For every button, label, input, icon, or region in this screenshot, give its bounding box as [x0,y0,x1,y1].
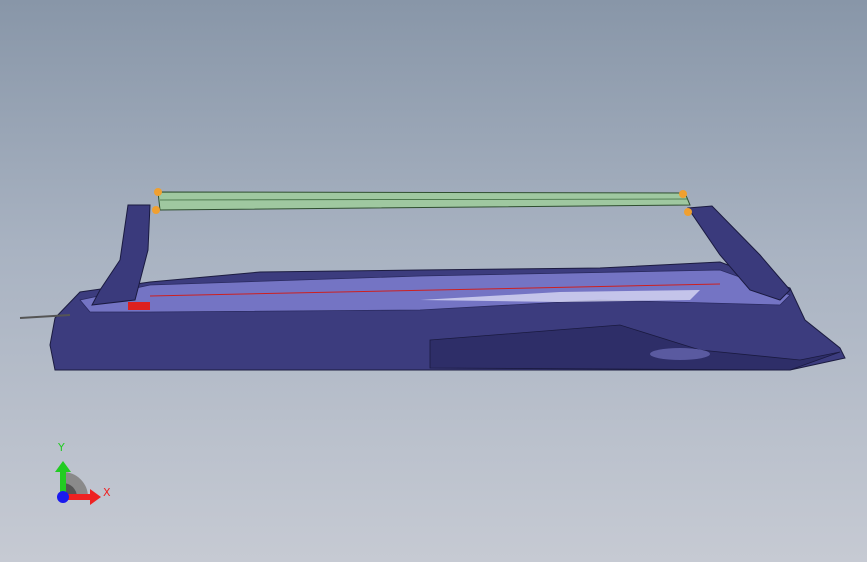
y-axis-label: Y [58,441,65,454]
x-axis-arrowhead [90,489,101,505]
side-panel-model[interactable] [19,188,846,371]
coordinate-triad [55,461,101,505]
y-axis-arrowhead [55,461,71,472]
handle-recess [650,348,710,360]
clip-left-top [154,188,162,196]
z-axis-origin [57,491,69,503]
x-axis-label: X [103,486,111,499]
roof-rail [157,191,691,211]
clip-left-bottom [152,206,160,214]
cad-3d-viewport[interactable] [0,0,867,562]
red-clip [128,302,150,310]
clip-right-top [679,190,687,198]
clip-right-bottom [684,208,692,216]
